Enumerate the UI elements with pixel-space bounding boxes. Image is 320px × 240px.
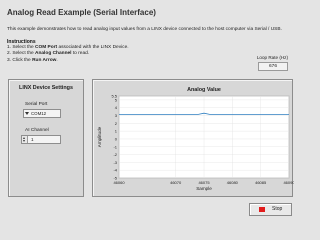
dropdown-arrow-icon[interactable] [25, 112, 29, 115]
x-tick-label: 46080 [227, 180, 239, 185]
x-tick-label: 46070 [170, 180, 182, 185]
serial-port-select[interactable]: COM12 [23, 109, 61, 118]
step-2-text-end: to read. [71, 51, 90, 57]
y-tick-label: 1 [115, 129, 118, 134]
x-axis-label: Sample [196, 186, 212, 191]
device-settings-panel: LINX Device Settings Serial Port COM12 A… [8, 79, 84, 197]
x-tick-label: 46085 [255, 180, 267, 185]
y-tick-label: 0 [115, 136, 118, 141]
stop-button[interactable]: Stop [249, 203, 292, 216]
chart-panel: Analog Value 5.5 5 4 3 2 1 0 -1 -2 -3 -4 -5 46060 4607… [92, 79, 294, 197]
step-2-emphasis: Analog Channel [35, 51, 72, 57]
y-tick-label: 3 [115, 113, 118, 118]
y-tick-label: 5 [115, 97, 118, 102]
analog-value-chart: Analog Value5.5543210-1-2-3-4-546060 4607… [97, 87, 294, 191]
y-tick-label: -1 [113, 144, 117, 149]
instruction-step-3: 3. Click the Run Arrow. [7, 58, 129, 64]
page-title: Analog Read Example (Serial Interface) [7, 8, 156, 17]
loop-rate-label: Loop Rate (Hz) [256, 55, 288, 60]
device-settings-title: LINX Device Settings [19, 85, 73, 91]
stop-button-label: Stop [272, 206, 283, 212]
ai-channel-value: 1 [31, 137, 34, 142]
y-tick-label: 4 [115, 105, 118, 110]
y-tick-label: -4 [113, 168, 117, 173]
step-1-text: 1. Select the [7, 45, 35, 50]
y-tick-label: 2 [115, 121, 118, 126]
y-tick-label: -3 [113, 160, 117, 165]
serial-port-value: COM12 [31, 111, 47, 116]
ai-channel-label: AI Channel [25, 128, 49, 133]
serial-port-label: Serial Port [25, 102, 48, 107]
step-3-text-end: . [56, 57, 58, 63]
step-1-emphasis: COM Port [35, 45, 58, 50]
ai-channel-control[interactable]: 1 [21, 135, 61, 144]
step-1-text-end: associated with the LINX Device. [57, 45, 129, 50]
step-3-text: 3. Click the [7, 57, 33, 63]
step-2-text: 2. Select the [7, 51, 35, 57]
page-description: This example demonstrates how to read an… [7, 27, 282, 32]
instructions-list: 1. Select the COM Port associated with t… [7, 45, 129, 64]
step-3-emphasis: Run Arrow [32, 57, 57, 63]
increment-decrement-icon[interactable] [22, 136, 28, 143]
x-tick-label: 46075 [198, 180, 210, 185]
x-tick-label: 46090 [283, 180, 294, 185]
y-tick-label: -2 [113, 152, 117, 157]
x-tick-label: 46060 [113, 180, 125, 185]
y-axis-label: Amplitude [97, 126, 102, 147]
chart-title: Analog Value [187, 87, 221, 93]
loop-rate-indicator: 676 [258, 62, 288, 71]
stop-icon [259, 207, 265, 212]
